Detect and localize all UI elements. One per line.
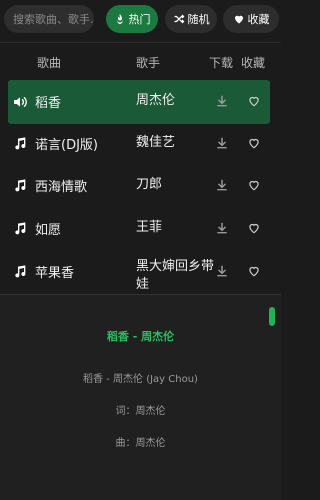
song-title: 如愿 [35,223,62,238]
song-artist: 刀郎 [136,177,163,192]
download-icon[interactable] [215,136,229,150]
music-note-icon [15,222,26,235]
lyrics-title: 稻香 - 周杰伦 [106,330,175,343]
tab-favorites[interactable]: 收藏 [223,5,279,33]
song-artist: 黑大婶回乡带娃 [136,259,215,292]
song-artist: 王菲 [136,220,163,235]
tab-random-label: 随机 [187,13,210,26]
song-row[interactable]: 如愿 王菲 [0,207,270,251]
download-icon[interactable] [215,94,229,108]
song-title: 诺言(DJ版) [35,138,98,153]
header-artist: 歌手 [136,56,161,70]
lyric-line: 曲：周杰伦 [115,438,166,449]
table-header: 歌曲 歌手 下载 收藏 [0,48,281,76]
heart-outline-icon[interactable] [247,221,261,235]
tab-hot-label: 热门 [128,13,151,26]
song-title: 苹果香 [35,266,75,281]
header-song: 歌曲 [37,56,62,70]
song-row[interactable]: 苹果香 黑大婶回乡带娃 [0,250,270,294]
song-title: 稻香 [35,96,62,111]
song-row[interactable]: 诺言(DJ版) 魏佳艺 [0,122,270,166]
fire-icon [116,14,123,24]
lyrics-scrollbar[interactable] [269,307,275,326]
song-artist: 周杰伦 [136,93,176,108]
search-input[interactable]: 搜索歌曲、歌手... [4,5,94,33]
tab-random[interactable]: 随机 [165,5,217,33]
music-note-icon [15,137,26,150]
song-row[interactable]: 稻香 周杰伦 [8,80,270,124]
song-title: 西海情歌 [35,180,88,195]
tab-favorites-label: 收藏 [247,13,270,26]
heart-outline-icon[interactable] [247,178,261,192]
speaker-icon [14,96,27,108]
lyrics-panel[interactable] [0,295,281,500]
header-favorite: 收藏 [241,56,266,70]
download-icon[interactable] [215,264,229,278]
song-artist: 魏佳艺 [136,135,176,150]
download-icon[interactable] [215,221,229,235]
music-note-icon [15,179,26,192]
download-icon[interactable] [215,178,229,192]
heart-outline-icon[interactable] [247,264,261,278]
music-note-icon [15,265,26,278]
heart-outline-icon[interactable] [247,136,261,150]
heart-outline-icon[interactable] [247,94,261,108]
divider [0,42,281,43]
heart-icon [234,15,243,24]
song-row[interactable]: 西海情歌 刀郎 [0,164,270,208]
lyric-line: 词：周杰伦 [115,406,166,417]
tab-hot[interactable]: 热门 [106,5,158,33]
lyric-line: 稻香 - 周杰伦 (Jay Chou) [83,374,198,385]
header-download: 下载 [209,56,234,70]
shuffle-icon [174,14,184,24]
top-bar: 搜索歌曲、歌手... 热门 随机 收藏 [0,0,281,38]
